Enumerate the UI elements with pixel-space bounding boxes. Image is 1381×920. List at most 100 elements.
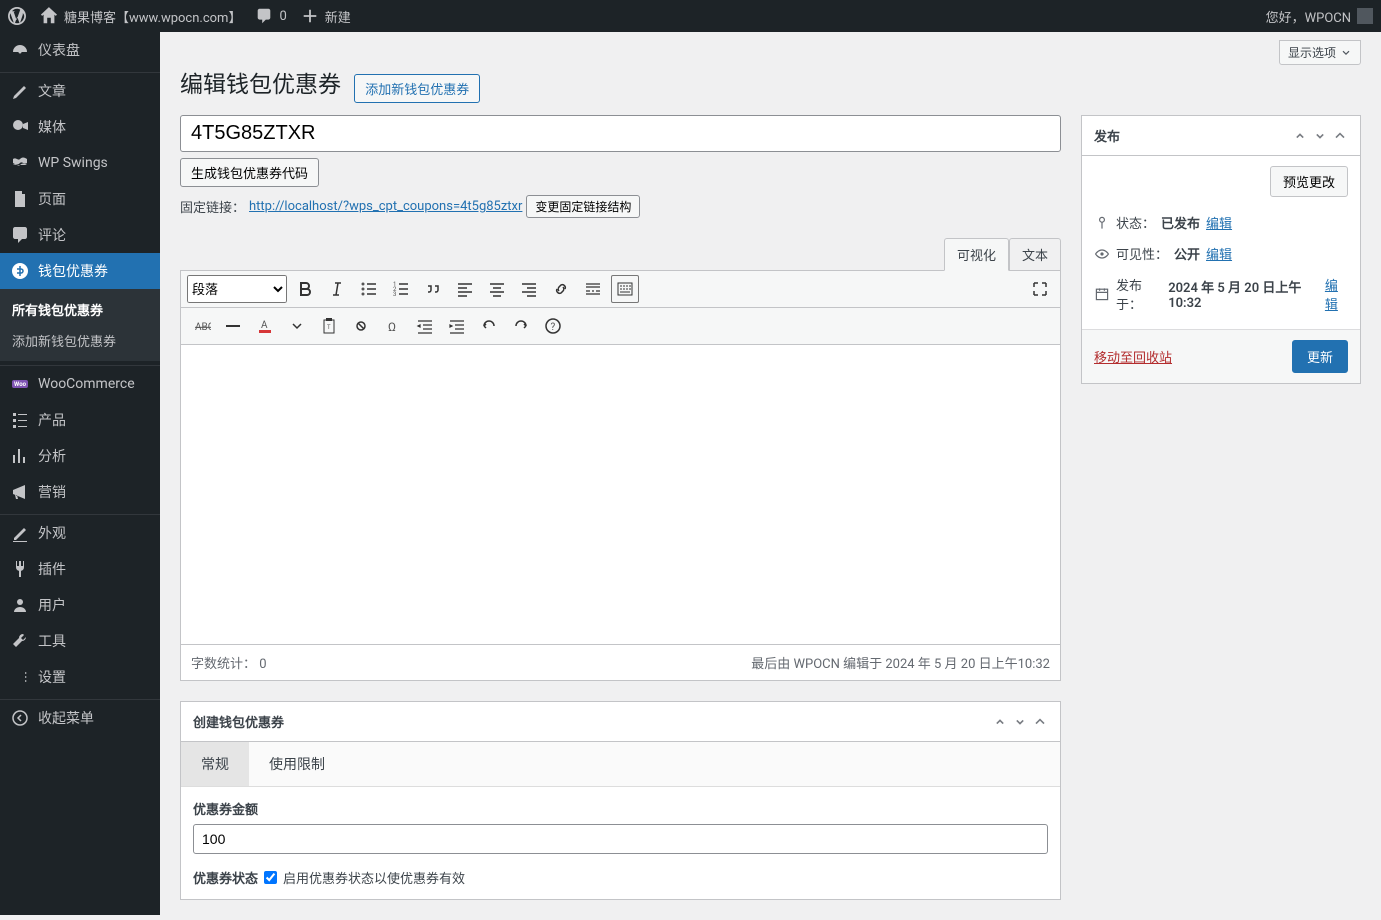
new-content-link[interactable]: 新建: [301, 7, 351, 26]
submenu-all-coupons[interactable]: 所有钱包优惠券: [0, 294, 160, 325]
tab-usage-limit[interactable]: 使用限制: [249, 742, 345, 786]
text-color-icon[interactable]: A: [251, 312, 279, 340]
menu-plugins[interactable]: 插件: [0, 551, 160, 587]
coupon-amount-input[interactable]: [193, 824, 1048, 854]
chevron-down-icon: [1340, 47, 1352, 59]
menu-woocommerce[interactable]: WooWooCommerce: [0, 366, 160, 402]
help-icon[interactable]: ?: [539, 312, 567, 340]
menu-collapse[interactable]: 收起菜单: [0, 700, 160, 736]
svg-text:?: ?: [551, 322, 556, 333]
generate-code-button[interactable]: 生成钱包优惠券代码: [180, 158, 319, 187]
editor-content[interactable]: [180, 345, 1061, 645]
menu-media[interactable]: 媒体: [0, 109, 160, 145]
comments-link[interactable]: 0: [255, 7, 286, 25]
chevron-down-icon[interactable]: [283, 312, 311, 340]
bold-icon[interactable]: [291, 275, 319, 303]
menu-appearance[interactable]: 外观: [0, 515, 160, 551]
tab-text[interactable]: 文本: [1009, 238, 1061, 271]
submenu-add-coupon[interactable]: 添加新钱包优惠券: [0, 325, 160, 356]
special-char-icon[interactable]: Ω: [379, 312, 407, 340]
chevron-down-icon[interactable]: [1012, 714, 1028, 730]
tab-visual[interactable]: 可视化: [944, 238, 1009, 271]
align-right-icon[interactable]: [515, 275, 543, 303]
status-value: 已发布: [1161, 213, 1200, 232]
format-select[interactable]: 段落: [187, 275, 287, 303]
edit-date-link[interactable]: 编辑: [1325, 275, 1348, 313]
toggle-panel-icon[interactable]: [1332, 128, 1348, 144]
user-greeting[interactable]: 您好，WPOCN: [1266, 7, 1373, 26]
publish-title: 发布: [1094, 126, 1120, 145]
menu-wallet-coupons[interactable]: 钱包优惠券: [0, 253, 160, 289]
trash-link[interactable]: 移动至回收站: [1094, 347, 1172, 366]
comment-icon: [255, 7, 273, 25]
menu-products[interactable]: 产品: [0, 402, 160, 438]
paste-text-icon[interactable]: T: [315, 312, 343, 340]
align-center-icon[interactable]: [483, 275, 511, 303]
coupon-status-hint: 启用优惠券状态以使优惠券有效: [283, 868, 465, 887]
edit-visibility-link[interactable]: 编辑: [1206, 244, 1232, 263]
metabox-title: 创建钱包优惠券: [193, 712, 284, 731]
indent-icon[interactable]: [443, 312, 471, 340]
coupon-status-label: 优惠券状态: [193, 868, 258, 887]
plus-icon: [301, 7, 319, 25]
menu-analytics[interactable]: 分析: [0, 438, 160, 474]
quote-icon[interactable]: [419, 275, 447, 303]
wp-logo[interactable]: [8, 7, 26, 25]
coupon-status-checkbox[interactable]: [264, 871, 277, 884]
svg-text:Woo: Woo: [14, 381, 27, 388]
menu-users[interactable]: 用户: [0, 587, 160, 623]
pin-icon: [1094, 215, 1110, 231]
svg-text:3: 3: [393, 291, 396, 298]
site-name-link[interactable]: 糖果博客【www.wpocn.com】: [40, 7, 241, 26]
post-title-input[interactable]: [180, 115, 1061, 152]
eye-icon: [1094, 246, 1110, 262]
menu-settings[interactable]: 设置: [0, 659, 160, 695]
menu-marketing[interactable]: 营销: [0, 474, 160, 510]
italic-icon[interactable]: [323, 275, 351, 303]
permalink-url[interactable]: http://localhost/?wps_cpt_coupons=4t5g85…: [249, 199, 522, 214]
fullscreen-icon[interactable]: [1026, 275, 1054, 303]
toolbar-toggle-icon[interactable]: [611, 275, 639, 303]
menu-dashboard[interactable]: 仪表盘: [0, 32, 160, 68]
redo-icon[interactable]: [507, 312, 535, 340]
preview-button[interactable]: 预览更改: [1270, 166, 1348, 197]
svg-text:T: T: [327, 324, 331, 331]
coupon-amount-label: 优惠券金额: [193, 799, 1048, 818]
hr-icon[interactable]: [219, 312, 247, 340]
numbered-list-icon[interactable]: 123: [387, 275, 415, 303]
menu-posts[interactable]: 文章: [0, 73, 160, 109]
edit-permalink-button[interactable]: 变更固定链接结构: [526, 195, 640, 218]
outdent-icon[interactable]: [411, 312, 439, 340]
chevron-down-icon[interactable]: [1312, 128, 1328, 144]
page-title: 编辑钱包优惠券: [180, 65, 341, 99]
chevron-up-icon[interactable]: [992, 714, 1008, 730]
home-icon: [40, 7, 58, 25]
menu-wpswings[interactable]: WP Swings: [0, 145, 160, 181]
calendar-icon: [1094, 286, 1110, 302]
readmore-icon[interactable]: [579, 275, 607, 303]
toggle-panel-icon[interactable]: [1032, 714, 1048, 730]
site-name: 糖果博客【www.wpocn.com】: [64, 7, 241, 26]
svg-text:ABC: ABC: [195, 322, 211, 333]
align-left-icon[interactable]: [451, 275, 479, 303]
bullet-list-icon[interactable]: [355, 275, 383, 303]
chevron-up-icon[interactable]: [1292, 128, 1308, 144]
screen-options-toggle[interactable]: 显示选项: [1279, 40, 1361, 65]
editor-toolbar-row1: 段落 123: [180, 270, 1061, 308]
add-new-button[interactable]: 添加新钱包优惠券: [354, 74, 480, 103]
permalink-label: 固定链接：: [180, 197, 245, 216]
published-date: 2024 年 5 月 20 日上午 10:32: [1168, 277, 1319, 311]
update-button[interactable]: 更新: [1292, 340, 1348, 373]
undo-icon[interactable]: [475, 312, 503, 340]
last-edited: 最后由 WPOCN 编辑于 2024 年 5 月 20 日上午10:32: [751, 653, 1050, 672]
menu-pages[interactable]: 页面: [0, 181, 160, 217]
tab-general[interactable]: 常规: [181, 742, 249, 786]
menu-tools[interactable]: 工具: [0, 623, 160, 659]
visibility-value: 公开: [1174, 244, 1200, 263]
clear-format-icon[interactable]: [347, 312, 375, 340]
strikethrough-icon[interactable]: ABC: [187, 312, 215, 340]
edit-status-link[interactable]: 编辑: [1206, 213, 1232, 232]
link-icon[interactable]: [547, 275, 575, 303]
menu-comments[interactable]: 评论: [0, 217, 160, 253]
permalink-row: 固定链接： http://localhost/?wps_cpt_coupons=…: [180, 195, 1061, 218]
